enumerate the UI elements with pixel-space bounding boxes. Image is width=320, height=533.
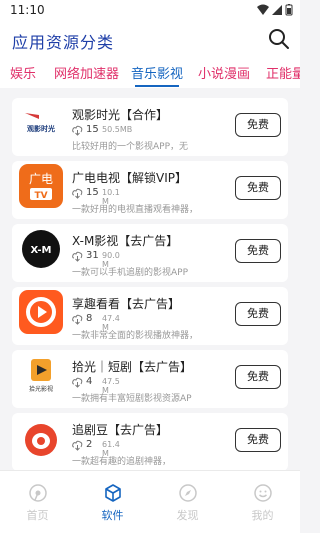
tab-network-accelerator[interactable]: 网络加速器 <box>54 63 119 82</box>
smile-icon <box>254 484 272 502</box>
tab-novel-comics[interactable]: 小说漫画 <box>198 63 250 82</box>
app-description: 一款好用的电视直播观看神器， <box>72 205 196 215</box>
app-name: 追剧豆【去广告】 <box>72 423 169 437</box>
free-button[interactable]: 免费 <box>235 176 281 200</box>
play-logo <box>19 290 63 334</box>
nav-item-mine[interactable]: 我的 <box>225 471 300 533</box>
nav-label: 首页 <box>26 509 49 522</box>
tab-music-video[interactable]: 音乐影视 <box>131 63 183 82</box>
status-bar: 11:10 <box>0 0 300 20</box>
app-description: 一款超有趣的追剧神器， <box>72 457 172 467</box>
app-name: 拾光｜短剧【去广告】 <box>72 360 193 374</box>
app-card[interactable]: X-M X-M影视【去广告】 31 90.0 M 一款可以手机追剧的影视APP … <box>12 224 288 282</box>
app-size: 50.5MB <box>102 125 133 134</box>
nav-label: 发现 <box>176 509 199 522</box>
status-icons <box>257 4 293 16</box>
battery-icon <box>285 4 293 16</box>
download-count: 8 <box>86 313 93 324</box>
search-icon[interactable] <box>268 28 290 50</box>
home-icon <box>29 484 47 502</box>
guangdian-tv-logo: 广电 TV <box>19 164 63 208</box>
free-button[interactable]: 免费 <box>235 365 281 389</box>
download-count: 2 <box>86 439 93 450</box>
xm-logo: X-M <box>19 227 63 271</box>
svg-text:TV: TV <box>34 191 47 201</box>
app-card[interactable]: 享趣看看【去广告】 8 47.4 M 一款非常全面的影视播放神器， 免费 <box>12 287 288 345</box>
download-cloud-icon <box>72 125 83 136</box>
app-description: 一款拥有丰富短剧影视资源AP <box>72 394 192 404</box>
download-cloud-icon <box>72 377 83 388</box>
app-card[interactable]: 拾光影视 拾光｜短剧【去广告】 4 47.5 M 一款拥有丰富短剧影视资源AP … <box>12 350 288 408</box>
download-cloud-icon <box>72 314 83 325</box>
svg-text:拾光影视: 拾光影视 <box>29 385 53 393</box>
status-time: 11:10 <box>10 3 45 17</box>
download-count: 15 <box>86 124 99 135</box>
free-button[interactable]: 免费 <box>235 302 281 326</box>
app-card[interactable]: 广电 TV 广电电视【解锁VIP】 15 10.1 M 一款好用的电视直播观看神… <box>12 161 288 219</box>
guanying-shiguang-logo: 观影时光 <box>19 101 63 145</box>
download-count: 31 <box>86 250 99 261</box>
shiguang-logo: 拾光影视 <box>19 353 63 397</box>
nav-label: 我的 <box>251 509 274 522</box>
app-name: 享趣看看【去广告】 <box>72 297 181 311</box>
download-cloud-icon <box>72 251 83 262</box>
nav-item-discover[interactable]: 发现 <box>150 471 225 533</box>
app-header: 应用资源分类 <box>0 20 300 58</box>
download-cloud-icon <box>72 188 83 199</box>
free-button[interactable]: 免费 <box>235 113 281 137</box>
nav-label: 软件 <box>101 509 124 522</box>
free-button[interactable]: 免费 <box>235 428 281 452</box>
nav-item-home[interactable]: 首页 <box>0 471 75 533</box>
app-name: X-M影视【去广告】 <box>72 234 179 248</box>
app-list: 观影时光 观影时光【合作】 15 50.5MB 比较好用的一个影视APP，无 免… <box>0 88 300 470</box>
page-title: 应用资源分类 <box>12 33 115 52</box>
tab-positive-energy[interactable]: 正能量 <box>266 63 300 82</box>
app-name: 广电电视【解锁VIP】 <box>72 171 187 185</box>
category-tabs: 娱乐 网络加速器 音乐影视 小说漫画 正能量 <box>0 58 300 88</box>
free-button[interactable]: 免费 <box>235 239 281 263</box>
svg-text:X-M: X-M <box>31 245 52 256</box>
svg-text:观影时光: 观影时光 <box>27 124 55 133</box>
download-cloud-icon <box>72 440 83 451</box>
cube-icon <box>105 484 121 502</box>
nav-item-software[interactable]: 软件 <box>75 471 150 533</box>
download-count: 4 <box>86 376 93 387</box>
download-count: 15 <box>86 187 99 198</box>
app-description: 一款非常全面的影视播放神器， <box>72 331 196 341</box>
bottom-nav: 首页 软件 发现 我的 <box>0 470 300 533</box>
app-card[interactable]: 追剧豆【去广告】 2 61.4 M 一款超有趣的追剧神器， 免费 <box>12 413 288 470</box>
active-tab-indicator <box>135 85 179 87</box>
app-description: 比较好用的一个影视APP，无 <box>72 142 189 152</box>
app-card[interactable]: 观影时光 观影时光【合作】 15 50.5MB 比较好用的一个影视APP，无 免… <box>12 98 288 156</box>
compass-icon <box>179 484 197 502</box>
wifi-icon <box>257 4 269 15</box>
tab-entertainment[interactable]: 娱乐 <box>10 63 36 82</box>
zhuijudou-logo <box>19 416 63 460</box>
signal-icon <box>272 5 282 15</box>
app-description: 一款可以手机追剧的影视APP <box>72 268 189 278</box>
svg-text:广电: 广电 <box>29 172 53 186</box>
app-name: 观影时光【合作】 <box>72 108 169 122</box>
